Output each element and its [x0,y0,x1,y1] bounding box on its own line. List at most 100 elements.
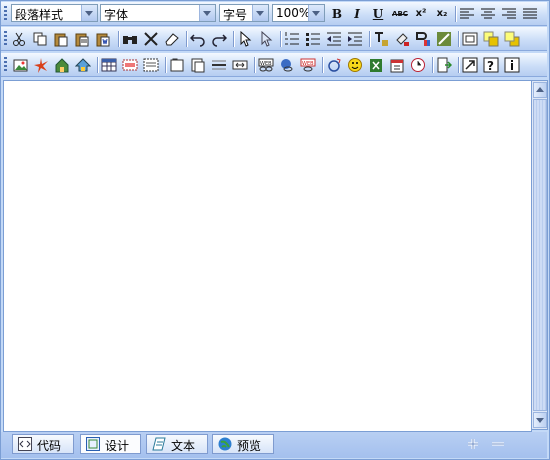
insert-date-icon[interactable] [389,57,405,73]
insert-hr-icon[interactable] [211,57,227,73]
minus-icon[interactable] [490,437,506,451]
layer-back-icon[interactable] [504,31,520,47]
vertical-scrollbar[interactable] [531,80,548,430]
help-icon[interactable]: ? [483,57,499,73]
tab-text[interactable]: 文本 [146,434,208,454]
page-properties-icon[interactable] [436,57,452,73]
text-color-icon[interactable] [373,31,389,47]
svg-text:WEB: WEB [260,61,272,67]
toolbar-grip[interactable] [4,57,7,72]
separator [165,57,167,73]
scroll-down-arrow-icon[interactable] [533,412,547,428]
toolbar-grip[interactable] [4,6,7,21]
font-size-value: 字号 [223,8,248,22]
align-right-icon[interactable] [501,6,517,22]
format-toolbar: 段落样式 字体 字号 100% B I U ABC x² x₂ [1,2,547,26]
tab-code[interactable]: 代码 [12,434,74,454]
insert-anchor-icon[interactable] [279,57,295,73]
tab-preview-label: 预览 [237,439,262,453]
paste-text-icon[interactable] [74,31,90,47]
eraser-icon[interactable] [164,31,180,47]
highlight-color-icon[interactable] [394,31,410,47]
insert-form-icon[interactable] [122,57,138,73]
tab-preview[interactable]: 预览 [212,434,274,454]
italic-button[interactable]: I [348,5,366,23]
separator [280,31,282,47]
copy-icon[interactable] [32,31,48,47]
text-icon [152,437,166,451]
separator [369,31,371,47]
code-icon [18,437,32,451]
paste-icon[interactable] [53,31,69,47]
insert-toolbar: WEB WEB ? [1,53,547,77]
scroll-up-arrow-icon[interactable] [533,82,547,98]
insert-flash-icon[interactable] [33,57,49,73]
delete-x-icon[interactable] [143,31,159,47]
zoom-select[interactable]: 100% [272,4,325,22]
insert-hyperlink-icon[interactable]: WEB [258,57,274,73]
align-center-icon[interactable] [480,6,496,22]
preview-globe-icon [218,437,232,451]
subscript-button[interactable]: x₂ [433,5,451,23]
scrollbar-thumb[interactable] [533,99,547,411]
separator [233,31,235,47]
insert-iframe-icon[interactable] [190,57,206,73]
undo-icon[interactable] [190,31,206,47]
indent-icon[interactable] [347,31,363,47]
chevron-down-icon[interactable] [308,5,324,21]
separator [458,31,460,47]
plus-icon[interactable] [465,437,481,451]
separator [458,57,460,73]
separator [97,57,99,73]
cut-icon[interactable] [11,31,27,47]
insert-media-icon[interactable] [54,57,70,73]
insert-image-icon[interactable] [12,57,28,73]
chevron-down-icon[interactable] [81,5,97,21]
fullscreen-icon[interactable] [462,57,478,73]
remove-hyperlink-icon[interactable]: WEB [300,57,316,73]
paragraph-style-value: 段落样式 [15,8,64,22]
numbered-list-icon[interactable] [284,31,300,47]
chevron-down-icon[interactable] [199,5,215,21]
superscript-button[interactable]: x² [412,5,430,23]
about-info-icon[interactable] [504,57,520,73]
justify-icon[interactable] [522,6,538,22]
chevron-down-icon[interactable] [252,5,268,21]
insert-div-icon[interactable] [143,57,159,73]
design-icon [86,437,100,451]
separator [322,57,324,73]
insert-time-icon[interactable] [410,57,426,73]
redo-icon[interactable] [211,31,227,47]
outdent-icon[interactable] [326,31,342,47]
insert-excel-icon[interactable] [368,57,384,73]
toolbar-grip[interactable] [4,31,7,46]
insert-emoticon-icon[interactable] [347,57,363,73]
font-select[interactable]: 字体 [100,4,216,22]
insert-symbol-icon[interactable] [326,57,342,73]
svg-text:?: ? [487,59,494,73]
insert-marquee-icon[interactable] [232,57,248,73]
absolute-position-icon[interactable] [462,31,478,47]
background-color-icon[interactable] [415,31,431,47]
bold-button[interactable]: B [328,5,346,23]
tab-design-label: 设计 [105,439,130,453]
separator [432,57,434,73]
find-binoculars-icon[interactable] [122,31,138,47]
insert-fieldset-icon[interactable] [169,57,185,73]
separator [186,31,188,47]
tab-design[interactable]: 设计 [80,434,141,454]
paste-word-icon[interactable] [95,31,111,47]
insert-table-icon[interactable] [101,57,117,73]
select-pointer-icon[interactable] [237,31,253,47]
align-left-icon[interactable] [459,6,475,22]
layer-front-icon[interactable] [483,31,499,47]
strikethrough-button[interactable]: ABC [390,5,410,23]
editor-content-area[interactable] [3,80,532,432]
insert-file-icon[interactable] [75,57,91,73]
select-element-icon[interactable] [258,31,274,47]
font-size-select[interactable]: 字号 [219,4,269,22]
remove-format-icon[interactable] [436,31,452,47]
paragraph-style-select[interactable]: 段落样式 [11,4,98,22]
underline-button[interactable]: U [369,5,387,23]
bullet-list-icon[interactable] [305,31,321,47]
